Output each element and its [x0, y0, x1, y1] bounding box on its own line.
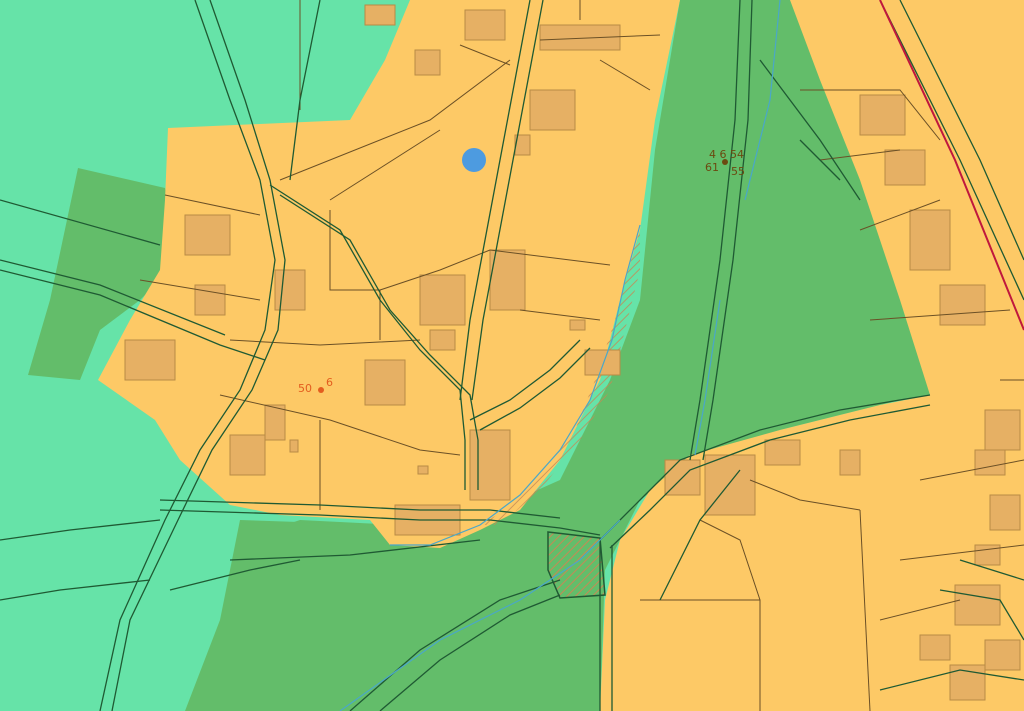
- hatched-parcel: [547, 531, 606, 599]
- building: [859, 94, 906, 136]
- building: [839, 449, 861, 476]
- building: [264, 404, 286, 441]
- building: [529, 89, 576, 131]
- building: [289, 439, 299, 453]
- building: [984, 409, 1021, 451]
- location-dot-icon[interactable]: [462, 148, 486, 172]
- building: [414, 49, 441, 76]
- point-b-bottom-left-label: 61: [705, 161, 719, 174]
- building: [584, 349, 621, 376]
- building: [464, 9, 506, 41]
- building: [939, 284, 986, 326]
- building: [419, 274, 466, 326]
- point-a-right-label: 6: [326, 376, 333, 389]
- point-b-top-left-label: 4 6: [709, 148, 727, 161]
- building: [229, 434, 266, 476]
- point-a-left-label: 50: [298, 382, 312, 395]
- building: [919, 634, 951, 661]
- building: [569, 319, 586, 331]
- forest-zone-bottom-left: [185, 520, 600, 711]
- building: [764, 439, 801, 466]
- point-b-bottom-right-label: 55: [731, 165, 745, 178]
- building: [429, 329, 456, 351]
- building: [184, 214, 231, 256]
- building: [364, 359, 406, 406]
- building: [974, 449, 1006, 476]
- building: [884, 149, 926, 186]
- building: [469, 429, 511, 501]
- building: [364, 4, 396, 26]
- building: [949, 664, 986, 701]
- map-view[interactable]: 50 6 4 6 54 61 55: [0, 0, 1024, 711]
- building: [909, 209, 951, 271]
- building: [989, 494, 1021, 531]
- building: [417, 465, 429, 475]
- point-dot: [318, 387, 324, 393]
- building: [704, 454, 756, 516]
- building: [489, 249, 526, 311]
- point-b-top-right-label: 54: [730, 148, 744, 161]
- building: [984, 639, 1021, 671]
- building: [274, 269, 306, 311]
- building: [124, 339, 176, 381]
- map-canvas[interactable]: 50 6 4 6 54 61 55: [0, 0, 1024, 711]
- building: [954, 584, 1001, 626]
